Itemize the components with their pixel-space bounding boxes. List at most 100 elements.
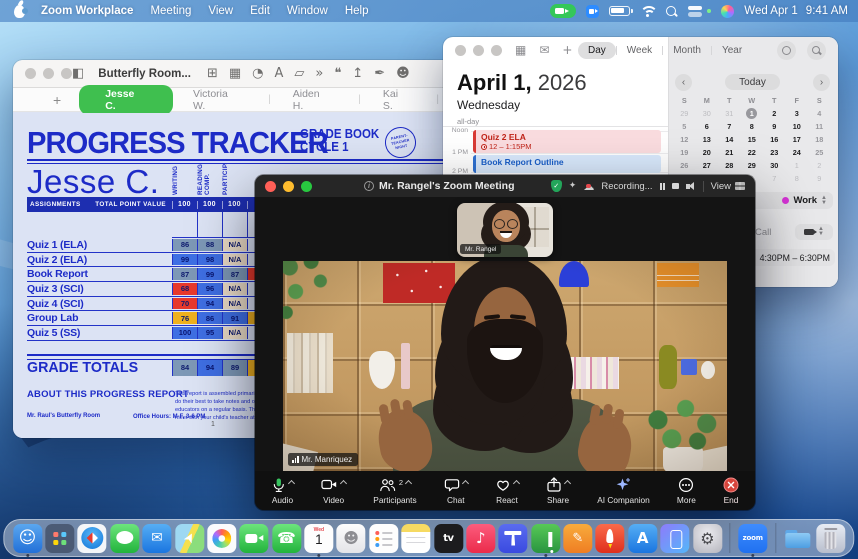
mini-day-24[interactable]: 24 — [786, 146, 809, 159]
today-button[interactable]: Today — [725, 74, 780, 90]
mini-day-22[interactable]: 22 — [741, 146, 764, 159]
chevron-up-icon[interactable] — [288, 479, 295, 486]
speaker-video-tile[interactable]: Mr. Manriquez — [283, 261, 727, 471]
mini-day-28[interactable]: 28 — [718, 159, 741, 172]
zoom-more-button[interactable]: More — [677, 477, 696, 505]
mini-day-1[interactable]: 1 — [786, 159, 809, 172]
format-brush-icon[interactable]: ✒ — [374, 67, 385, 80]
dock-icon-zoom[interactable]: zoom — [738, 524, 767, 553]
mini-day-1[interactable]: 1 — [741, 107, 764, 120]
sheet-tab-kai-s-[interactable]: Kai S. — [367, 85, 427, 115]
grade-cell[interactable]: N/A — [222, 298, 247, 310]
calendar-event-book-report[interactable]: Book Report Outline — [473, 155, 661, 173]
mini-day-14[interactable]: 14 — [718, 133, 741, 146]
grade-cell[interactable]: 70 — [172, 298, 197, 310]
dock-icon-settings[interactable]: ⚙ — [693, 524, 722, 553]
mini-day-26[interactable]: 26 — [673, 159, 696, 172]
dock-icon-pages[interactable]: ✎ — [563, 524, 592, 553]
grade-cell[interactable]: N/A — [222, 239, 247, 251]
call-option-picker[interactable]: ▲▼ — [795, 224, 833, 240]
pause-recording-button[interactable] — [660, 183, 666, 190]
dock-icon-calendar[interactable]: Wed1 — [304, 524, 333, 553]
grade-cell[interactable]: 96 — [197, 283, 222, 295]
dock-icon-facetime[interactable] — [240, 524, 269, 553]
apple-menu-icon[interactable] — [14, 5, 25, 18]
view-tab-day[interactable]: Day — [578, 42, 616, 59]
dock-icon-phone[interactable]: ☎ — [272, 524, 301, 553]
mini-day-25[interactable]: 25 — [808, 146, 831, 159]
close-button[interactable] — [25, 68, 36, 79]
menu-item-edit[interactable]: Edit — [250, 5, 270, 17]
grade-cell[interactable]: 98 — [197, 254, 222, 266]
airplay-icon[interactable] — [777, 41, 796, 60]
mini-day-9[interactable]: 9 — [763, 120, 786, 133]
self-view-thumbnail[interactable]: Mr. Rangel — [457, 203, 553, 257]
grade-cell[interactable]: 91 — [222, 312, 247, 324]
grade-cell[interactable]: 87 — [222, 268, 247, 280]
sheet-tab-victoria-w-[interactable]: Victoria W. — [177, 85, 258, 115]
dock-icon-numbers[interactable] — [531, 524, 560, 553]
dock-icon-downloads[interactable] — [784, 524, 813, 553]
grade-cell[interactable]: 86 — [172, 239, 197, 251]
assignment-label[interactable]: Quiz 5 (SS) — [27, 326, 172, 340]
ai-sparkle-icon[interactable]: ✦ — [569, 181, 577, 191]
zoom-end-button[interactable]: End — [723, 477, 739, 505]
zoom-audio-button[interactable]: Audio — [271, 477, 294, 505]
mini-day-10[interactable]: 10 — [786, 120, 809, 133]
mini-day-19[interactable]: 19 — [673, 146, 696, 159]
view-tab-week[interactable]: Week — [617, 42, 662, 59]
sheet-tab-aiden-h-[interactable]: Aiden H. — [277, 85, 349, 115]
textbox-icon[interactable]: A — [274, 67, 283, 80]
zoom-participants-button[interactable]: 2Participants — [373, 477, 416, 505]
mini-day-30[interactable]: 30 — [763, 159, 786, 172]
menu-item-zoom-workplace[interactable]: Zoom Workplace — [41, 5, 133, 17]
control-center-icon[interactable] — [688, 6, 703, 17]
mini-day-29[interactable]: 29 — [673, 107, 696, 120]
assignment-label[interactable]: Quiz 3 (SCI) — [27, 282, 172, 296]
dock-icon-finder[interactable]: ☺ — [13, 524, 42, 553]
mini-day-16[interactable]: 16 — [763, 133, 786, 146]
dock-icon-messages[interactable] — [110, 524, 139, 553]
mini-day-8[interactable]: 8 — [786, 172, 809, 185]
grade-cell[interactable]: 99 — [172, 254, 197, 266]
mini-day-11[interactable]: 11 — [808, 120, 831, 133]
mini-day-9[interactable]: 9 — [808, 172, 831, 185]
collaborate-icon[interactable]: ☻ — [396, 67, 410, 80]
dock-icon-mail[interactable]: ✉ — [143, 524, 172, 553]
chevron-up-icon[interactable] — [340, 479, 347, 486]
comment-icon[interactable]: ❝ — [334, 67, 341, 80]
chart-icon[interactable]: ◔ — [252, 67, 263, 80]
mini-day-6[interactable]: 6 — [696, 120, 719, 133]
view-tab-year[interactable]: Year — [712, 42, 752, 59]
mini-day-7[interactable]: 7 — [763, 172, 786, 185]
sidebar-icon[interactable]: ◧ — [72, 67, 84, 80]
grade-cell[interactable]: 68 — [172, 283, 197, 295]
table-icon[interactable]: ▦ — [229, 67, 241, 80]
dock-icon-photos[interactable] — [207, 524, 236, 553]
mini-day-27[interactable]: 27 — [696, 159, 719, 172]
zoom-button[interactable] — [301, 181, 312, 192]
dock-icon-safari[interactable] — [78, 524, 107, 553]
view-button[interactable]: View — [711, 181, 745, 192]
mini-day-18[interactable]: 18 — [808, 133, 831, 146]
mini-day-3[interactable]: 3 — [786, 107, 809, 120]
assignment-label[interactable]: Quiz 2 (ELA) — [27, 253, 172, 267]
screen-share-pill-icon[interactable] — [550, 4, 576, 18]
security-shield-icon[interactable]: ✓ — [551, 180, 562, 192]
dock-icon-launchpad[interactable] — [45, 524, 74, 553]
mini-day-17[interactable]: 17 — [786, 133, 809, 146]
mini-day-15[interactable]: 15 — [741, 133, 764, 146]
shape-icon[interactable]: ▱ — [294, 67, 304, 80]
add-event-icon[interactable]: + — [562, 43, 572, 57]
assignment-label[interactable]: Book Report — [27, 267, 172, 281]
assignment-label[interactable]: Quiz 4 (SCI) — [27, 297, 172, 311]
grade-cell[interactable]: N/A — [222, 283, 247, 295]
menu-item-meeting[interactable]: Meeting — [150, 5, 191, 17]
grade-cell[interactable]: 76 — [172, 312, 197, 324]
mini-day-7[interactable]: 7 — [718, 120, 741, 133]
grade-cell[interactable]: 100 — [172, 327, 197, 339]
zoom-button[interactable] — [61, 68, 72, 79]
chevron-up-icon[interactable] — [405, 479, 412, 486]
close-button[interactable] — [265, 181, 276, 192]
dock-icon-notes[interactable] — [402, 524, 431, 553]
